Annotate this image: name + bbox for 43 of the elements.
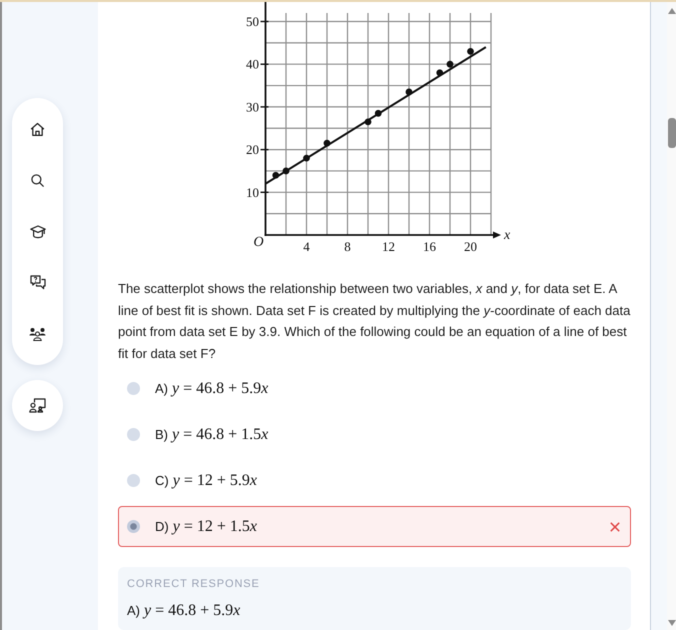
graduation-cap-icon: [30, 224, 46, 238]
search-icon: [31, 174, 44, 187]
tick-label: 12: [382, 239, 394, 254]
data-point: [323, 140, 330, 147]
person-board-icon: [29, 398, 46, 413]
data-point: [272, 172, 279, 179]
answer-option[interactable]: B) y = 46.8 + 1.5x: [118, 414, 631, 455]
radio-button[interactable]: [127, 428, 140, 441]
scroll-up-icon[interactable]: [668, 8, 676, 14]
data-point: [364, 118, 371, 126]
axis-label: x: [504, 228, 510, 243]
question-text: The scatterplot shows the relationship between two variables, x and y, for data set E. A line of best fit is shown. Data set F is created by multiplying the y-coordinate of each data point from data set E by 3.9. Which of the following could be an equation of a line of best fit for data set F?: [118, 280, 631, 362]
scroll-down-icon[interactable]: [668, 620, 676, 626]
people-group-icon: [29, 326, 46, 340]
tick-label: 40: [246, 56, 258, 72]
answer-option[interactable]: C) y = 12 + 5.9x: [118, 460, 631, 501]
correct-answer: A) y = 46.8 + 5.9x: [127, 601, 242, 621]
tick-label: 8: [344, 239, 350, 254]
radio-button[interactable]: [127, 382, 140, 395]
data-point: [466, 48, 474, 55]
answer-option[interactable]: D) y = 12 + 1.5x: [118, 506, 631, 547]
home-icon: [30, 122, 45, 137]
tick-label: 16: [422, 239, 436, 254]
tick-label: 30: [246, 99, 258, 114]
data-point: [302, 154, 310, 162]
data-point: [374, 110, 382, 117]
data-point: [405, 88, 412, 96]
data-point: [436, 69, 443, 76]
radio-button[interactable]: [127, 474, 140, 487]
data-point: [282, 168, 289, 174]
answer-option[interactable]: A) y = 46.8 + 5.9x: [118, 368, 631, 409]
tick-label: 20: [464, 239, 476, 254]
section-heading: CORRECT RESPONSE: [127, 578, 261, 591]
close-icon: [610, 522, 620, 532]
scrollbar-thumb[interactable]: [668, 118, 676, 148]
tick-label: 20: [246, 142, 258, 158]
tick-label: 50: [246, 14, 258, 29]
data-point: [446, 60, 453, 68]
origin-label: O: [252, 235, 264, 250]
radio-button[interactable]: [127, 520, 140, 533]
tick-label: 10: [246, 184, 258, 200]
tick-label: 4: [302, 239, 310, 254]
chat-bubbles-icon: [30, 275, 46, 290]
